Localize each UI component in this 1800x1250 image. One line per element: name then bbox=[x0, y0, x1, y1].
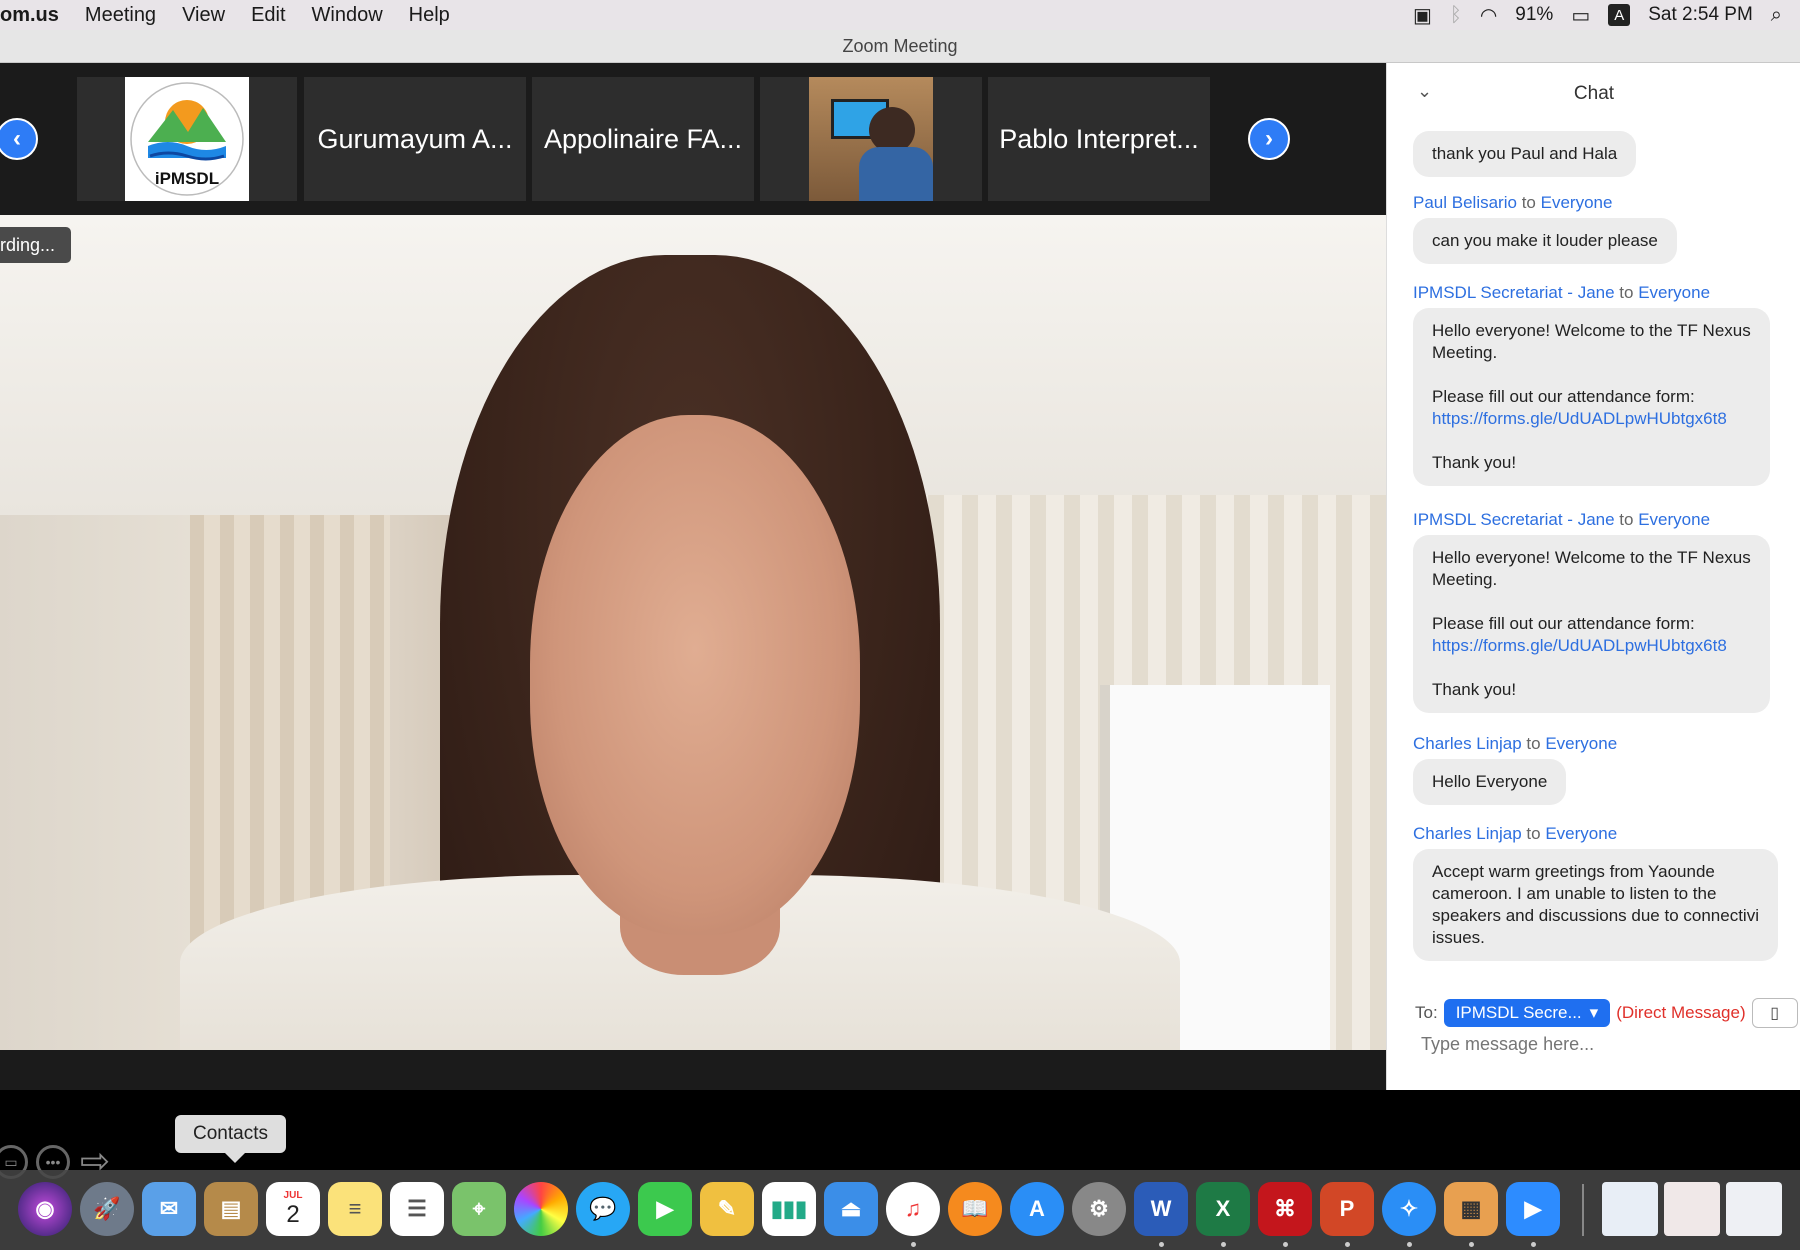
minimized-window-1-icon[interactable] bbox=[1602, 1182, 1658, 1236]
caret-down-icon: ▾ bbox=[1589, 1003, 1599, 1022]
word-icon[interactable]: W bbox=[1134, 1182, 1188, 1236]
numbers-icon[interactable]: ▮▮▮ bbox=[762, 1182, 816, 1236]
direct-message-label: (Direct Message) bbox=[1616, 1003, 1746, 1022]
chat-message: Charles Linjap to Everyone Hello Everyon… bbox=[1413, 734, 1617, 805]
next-page-button[interactable]: › bbox=[1248, 118, 1290, 160]
participant-tile-video[interactable] bbox=[760, 77, 982, 201]
menu-meeting[interactable]: Meeting bbox=[85, 4, 156, 27]
chat-message: Charles Linjap to Everyone Accept warm g… bbox=[1413, 824, 1778, 961]
chat-panel: ⌄ Chat thank you Paul and Hala Paul Beli… bbox=[1386, 63, 1800, 1090]
message-bubble: Hello Everyone bbox=[1413, 759, 1567, 805]
chat-message: thank you Paul and Hala bbox=[1413, 131, 1637, 177]
chat-message: IPMSDL Secretariat - Jane to Everyone He… bbox=[1413, 283, 1770, 486]
maps-icon[interactable]: ⌖ bbox=[452, 1182, 506, 1236]
spotlight-search-icon[interactable]: ⌕ bbox=[1771, 4, 1782, 27]
dock: ◉ 🚀 ✉ ▤ JUL 2 ≡ ☰ ⌖ 💬 ▶ ✎ ▮▮▮ ⏏ ♫ 📖 A ⚙ … bbox=[0, 1170, 1800, 1250]
zoom-status-icon[interactable]: ▣ bbox=[1413, 3, 1432, 28]
keynote-slides-icon[interactable]: ✎ bbox=[700, 1182, 754, 1236]
excel-icon[interactable]: X bbox=[1196, 1182, 1250, 1236]
message-sender: IPMSDL Secretariat - Jane to Everyone bbox=[1413, 283, 1711, 302]
status-area: ▣ ᛒ ◠ 91% ▭ A Sat 2:54 PM ⌕ bbox=[1413, 0, 1800, 30]
input-source-icon[interactable]: A bbox=[1608, 4, 1631, 26]
menu-help[interactable]: Help bbox=[409, 4, 450, 27]
message-sender: Paul Belisario to Everyone bbox=[1413, 193, 1613, 212]
recipient-select[interactable]: IPMSDL Secre... ▾ bbox=[1443, 999, 1611, 1027]
message-bubble: Hello everyone! Welcome to the TF Nexus … bbox=[1413, 308, 1770, 486]
participant-name: Gurumayum A... bbox=[317, 123, 513, 154]
launchpad-icon[interactable]: 🚀 bbox=[80, 1182, 134, 1236]
menu-bar: om.us Meeting View Edit Window Help ▣ ᛒ … bbox=[0, 0, 1800, 30]
message-bubble: Accept warm greetings from Yaounde camer… bbox=[1413, 849, 1778, 961]
window-title: Zoom Meeting bbox=[0, 30, 1800, 63]
participant-video-thumbnail bbox=[809, 77, 933, 201]
message-sender: IPMSDL Secretariat - Jane to Everyone bbox=[1413, 510, 1711, 529]
participant-name: Pablo Interpret... bbox=[999, 123, 1199, 154]
prev-page-button[interactable]: ‹ bbox=[0, 118, 38, 160]
bluetooth-icon[interactable]: ᛒ bbox=[1450, 4, 1462, 27]
acrobat-icon[interactable]: ⌘ bbox=[1258, 1182, 1312, 1236]
attendance-form-link[interactable]: https://forms.gle/UdUADLpwHUbtgx6t8 bbox=[1432, 635, 1751, 657]
facetime-icon[interactable]: ▶ bbox=[638, 1182, 692, 1236]
zoom-icon[interactable]: ▶ bbox=[1506, 1182, 1560, 1236]
books-icon[interactable]: 📖 bbox=[948, 1182, 1002, 1236]
app-menu[interactable]: om.us bbox=[0, 4, 59, 27]
message-sender: Charles Linjap to Everyone bbox=[1413, 824, 1618, 843]
reminders-icon[interactable]: ☰ bbox=[390, 1182, 444, 1236]
photos-icon[interactable] bbox=[514, 1182, 568, 1236]
contacts-icon[interactable]: ▤ bbox=[204, 1182, 258, 1236]
file-icon[interactable]: ▯ bbox=[1751, 998, 1798, 1028]
message-bubble: Hello everyone! Welcome to the TF Nexus … bbox=[1413, 535, 1770, 713]
participant-tile-gurumayum[interactable]: Gurumayum A... bbox=[304, 77, 526, 201]
menu-view[interactable]: View bbox=[182, 4, 225, 27]
participant-tile-appolinaire[interactable]: Appolinaire FA... bbox=[532, 77, 754, 201]
attendance-form-link[interactable]: https://forms.gle/UdUADLpwHUbtgx6t8 bbox=[1432, 408, 1751, 430]
recording-badge: rding... bbox=[0, 227, 72, 263]
clock[interactable]: Sat 2:54 PM bbox=[1648, 4, 1753, 26]
chat-message: IPMSDL Secretariat - Jane to Everyone He… bbox=[1413, 510, 1770, 713]
mail-icon[interactable]: ✉ bbox=[142, 1182, 196, 1236]
safari-icon[interactable]: ✧ bbox=[1382, 1182, 1436, 1236]
message-sender: Charles Linjap to Everyone bbox=[1413, 734, 1618, 753]
participant-tile-logo[interactable]: iPMSDL bbox=[77, 77, 297, 201]
battery-percent: 91% bbox=[1515, 4, 1554, 25]
chat-message: Paul Belisario to Everyone can you make … bbox=[1413, 193, 1677, 264]
ipmsdl-logo: iPMSDL bbox=[125, 77, 249, 201]
minimized-window-3-icon[interactable] bbox=[1726, 1182, 1782, 1236]
calendar-icon[interactable]: JUL 2 bbox=[266, 1182, 320, 1236]
app-store-icon[interactable]: A bbox=[1010, 1182, 1064, 1236]
recipient-row: To: IPMSDL Secre... ▾ (Direct Message) ▯ bbox=[1415, 998, 1798, 1028]
message-bubble: thank you Paul and Hala bbox=[1413, 131, 1637, 177]
wifi-icon[interactable]: ◠ bbox=[1480, 3, 1497, 28]
notes-icon[interactable]: ≡ bbox=[328, 1182, 382, 1236]
participant-strip: ‹ iPMSDL Gurumayum A... Appolinaire FA..… bbox=[0, 63, 1386, 215]
minimized-window-2-icon[interactable] bbox=[1664, 1182, 1720, 1236]
chat-title: Chat bbox=[1573, 83, 1615, 104]
chat-message-input[interactable] bbox=[1419, 1033, 1783, 1056]
system-preferences-icon[interactable]: ⚙ bbox=[1072, 1182, 1126, 1236]
music-icon[interactable]: ♫ bbox=[886, 1182, 940, 1236]
dock-tooltip: Contacts bbox=[175, 1115, 286, 1163]
message-bubble: can you make it louder please bbox=[1413, 218, 1677, 264]
participant-name: Appolinaire FA... bbox=[543, 123, 743, 154]
powerpoint-icon[interactable]: P bbox=[1320, 1182, 1374, 1236]
calculator-icon[interactable]: ▦ bbox=[1444, 1182, 1498, 1236]
to-label: To: bbox=[1415, 1003, 1438, 1022]
active-speaker-video[interactable] bbox=[0, 215, 1386, 1050]
menu-edit[interactable]: Edit bbox=[251, 4, 285, 27]
siri-icon[interactable]: ◉ bbox=[18, 1182, 72, 1236]
chat-header: ⌄ Chat bbox=[1387, 63, 1800, 123]
battery-icon[interactable]: ▭ bbox=[1571, 3, 1590, 28]
ipmsdl-logo-text: iPMSDL bbox=[154, 169, 220, 188]
menu-window[interactable]: Window bbox=[312, 4, 383, 27]
meeting-controls-bar bbox=[0, 1050, 1386, 1090]
messages-icon[interactable]: 💬 bbox=[576, 1182, 630, 1236]
keynote-icon[interactable]: ⏏ bbox=[824, 1182, 878, 1236]
participant-tile-pablo[interactable]: Pablo Interpret... bbox=[988, 77, 1210, 201]
